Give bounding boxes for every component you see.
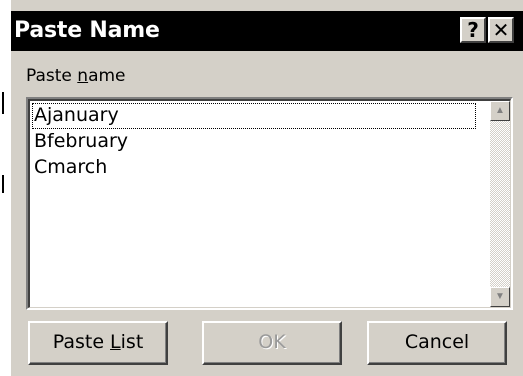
sheet-edge-mark <box>2 175 4 193</box>
paste-name-dialog: Paste Name ? ✕ Paste name Ajanuary Bfebr… <box>11 0 523 376</box>
list-item[interactable]: Cmarch <box>32 155 476 181</box>
list-item[interactable]: Bfebruary <box>32 129 476 155</box>
ok-button[interactable]: OK <box>202 321 342 365</box>
list-item[interactable]: Ajanuary <box>32 103 476 129</box>
cancel-button[interactable]: Cancel <box>367 321 507 365</box>
up-arrow-icon: ▲ <box>495 105 505 116</box>
dialog-title: Paste Name <box>14 18 160 43</box>
title-bar[interactable]: Paste Name ? ✕ <box>11 11 523 51</box>
names-list: Ajanuary Bfebruary Cmarch <box>32 103 476 181</box>
paste-list-button[interactable]: Paste List <box>28 321 168 365</box>
paste-name-label: Paste name <box>26 66 126 86</box>
help-button[interactable]: ? <box>460 17 486 43</box>
question-mark-icon: ? <box>467 18 479 42</box>
close-icon: ✕ <box>492 18 510 42</box>
close-button[interactable]: ✕ <box>488 17 514 43</box>
vertical-scrollbar[interactable]: ▲ ▼ <box>490 101 510 307</box>
down-arrow-icon: ▼ <box>495 291 505 302</box>
scroll-up-button[interactable]: ▲ <box>490 101 510 121</box>
scroll-down-button[interactable]: ▼ <box>490 287 510 307</box>
names-listbox[interactable]: Ajanuary Bfebruary Cmarch ▲ ▼ <box>26 97 513 310</box>
sheet-edge-mark <box>2 92 4 114</box>
background-sheet-edge <box>0 0 11 376</box>
